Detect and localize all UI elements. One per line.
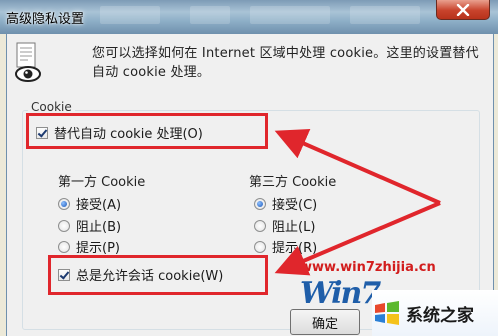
blurred-background-tab [190,6,230,24]
close-button[interactable] [436,0,490,20]
title-bar: 高级隐私设置 [0,0,498,34]
window-title: 高级隐私设置 [6,12,85,27]
third-party-title: 第三方 Cookie [249,175,337,190]
first-party-block-radio[interactable]: 阻止(B) [58,216,121,235]
ok-button[interactable]: 确定 [290,309,360,335]
first-party-title: 第一方 Cookie [58,175,146,190]
annotation-highlight-box [48,255,268,295]
windows-flag-icon [375,301,399,325]
radio-label: 阻止(B) [76,220,122,235]
radio-unselected-icon [254,219,266,232]
close-icon [456,3,470,16]
radio-selected-icon [58,197,70,210]
third-party-accept-radio[interactable]: 接受(C) [254,194,317,213]
description-text: 您可以选择如何在 Internet 区域中处理 cookie。这里的设置替代自动… [92,46,479,80]
radio-unselected-icon [58,219,70,232]
site-badge: 系统之家 [372,290,498,336]
radio-label: 阻止(L) [272,220,316,235]
blurred-background-tab [350,6,420,24]
win7-logo: Win7 [300,276,381,311]
third-party-block-radio[interactable]: 阻止(L) [254,216,315,235]
radio-selected-icon [254,197,266,210]
first-party-accept-radio[interactable]: 接受(A) [58,194,121,213]
privacy-eye-icon [14,42,42,84]
radio-label: 提示(R) [272,241,318,256]
first-party-prompt-radio[interactable]: 提示(P) [58,237,120,256]
site-name: 系统之家 [406,305,474,326]
blurred-background-tab [100,6,160,24]
blurred-background-tab [250,6,330,24]
third-party-prompt-radio[interactable]: 提示(R) [254,237,317,256]
radio-label: 接受(C) [272,198,318,213]
radio-unselected-icon [254,240,266,253]
radio-label: 提示(P) [76,241,120,256]
cookie-group-label: Cookie [28,100,75,114]
radio-label: 接受(A) [76,198,122,213]
watermark-url: www.win7zhijia.cn [300,260,436,275]
radio-unselected-icon [58,240,70,253]
annotation-highlight-box [26,113,268,149]
